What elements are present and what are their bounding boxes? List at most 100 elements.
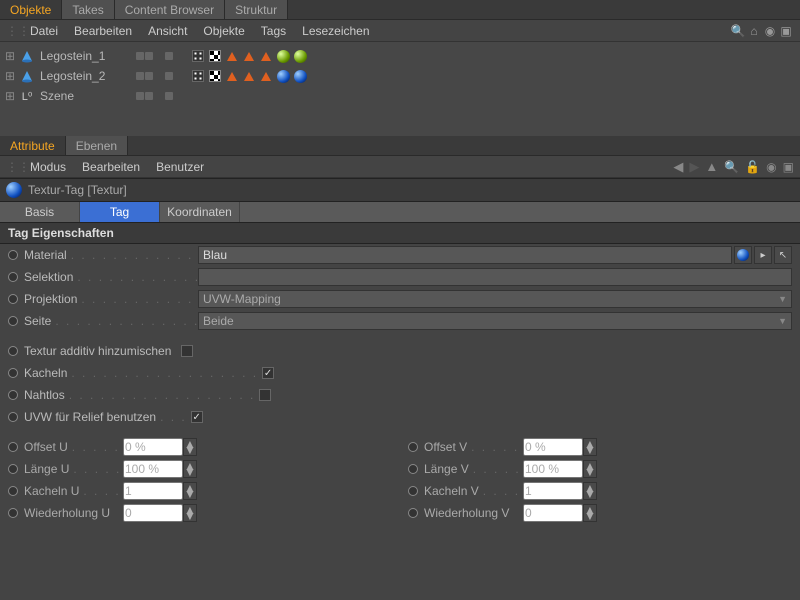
tree-row-szene[interactable]: ⊞ L⁰ Szene [0, 86, 800, 106]
render-toggle[interactable] [165, 92, 173, 100]
object-name[interactable]: Legostein_1 [40, 49, 130, 63]
tab-struktur[interactable]: Struktur [225, 0, 288, 19]
kacheln-u-field[interactable] [123, 482, 183, 500]
checkbox-textur-additiv[interactable] [181, 345, 193, 357]
tree-row-legostein-2[interactable]: ⊞ Legostein_2 [0, 66, 800, 86]
material-menu-icon[interactable]: ▸ [754, 246, 772, 264]
nav-up-icon[interactable]: ▲ [705, 159, 718, 174]
tab-attribute[interactable]: Attribute [0, 136, 66, 155]
visibility-toggle[interactable] [136, 52, 153, 60]
spinner[interactable]: ▲▼ [183, 504, 197, 522]
tag-material-icon[interactable] [276, 69, 290, 83]
spinner[interactable]: ▲▼ [183, 438, 197, 456]
tag-phong-icon[interactable] [225, 49, 239, 63]
render-toggle[interactable] [165, 52, 173, 60]
offset-u-field[interactable] [123, 438, 183, 456]
eye-icon[interactable]: ◉ [762, 24, 778, 38]
tab-objekte[interactable]: Objekte [0, 0, 62, 19]
projektion-select[interactable]: UVW-Mapping▼ [198, 290, 792, 308]
menu-modus[interactable]: Modus [22, 160, 74, 174]
menu-objekte[interactable]: Objekte [195, 24, 252, 38]
home-icon[interactable]: ⌂ [746, 24, 762, 38]
checkbox-nahtlos[interactable] [259, 389, 271, 401]
anim-dot[interactable] [408, 508, 418, 518]
tag-phong-icon[interactable] [242, 49, 256, 63]
tree-row-legostein-1[interactable]: ⊞ Legostein_1 [0, 46, 800, 66]
search-icon[interactable]: 🔍 [730, 24, 746, 38]
spinner[interactable]: ▲▼ [583, 438, 597, 456]
object-name[interactable]: Legostein_2 [40, 69, 130, 83]
anim-dot[interactable] [8, 316, 18, 326]
selektion-field[interactable] [198, 268, 792, 286]
offset-v-field[interactable] [523, 438, 583, 456]
checkbox-kacheln[interactable]: ✓ [262, 367, 274, 379]
new-icon[interactable]: ◉ [766, 160, 776, 174]
visibility-toggle[interactable] [136, 72, 153, 80]
anim-dot[interactable] [8, 368, 18, 378]
menu-datei[interactable]: Datei [22, 24, 66, 38]
tag-material-icon[interactable] [293, 49, 307, 63]
laenge-u-field[interactable] [123, 460, 183, 478]
anim-dot[interactable] [408, 464, 418, 474]
spinner[interactable]: ▲▼ [583, 460, 597, 478]
menu-tags[interactable]: Tags [253, 24, 294, 38]
search-icon[interactable]: 🔍 [724, 160, 739, 174]
anim-dot[interactable] [8, 464, 18, 474]
laenge-v-field[interactable] [523, 460, 583, 478]
material-picker-icon[interactable]: ↖ [774, 246, 792, 264]
menu-lesezeichen[interactable]: Lesezeichen [294, 24, 377, 38]
subtab-tag[interactable]: Tag [80, 202, 160, 222]
tab-ebenen[interactable]: Ebenen [66, 136, 128, 155]
anim-dot[interactable] [8, 412, 18, 422]
anim-dot[interactable] [8, 346, 18, 356]
spinner[interactable]: ▲▼ [583, 482, 597, 500]
kacheln-v-field[interactable] [523, 482, 583, 500]
tag-material-icon[interactable] [293, 69, 307, 83]
spinner[interactable]: ▲▼ [183, 460, 197, 478]
render-toggle[interactable] [165, 72, 173, 80]
tab-content-browser[interactable]: Content Browser [115, 0, 225, 19]
tag-phong-icon[interactable] [242, 69, 256, 83]
grip-icon[interactable]: ⋮⋮ [6, 160, 16, 174]
anim-dot[interactable] [8, 442, 18, 452]
anim-dot[interactable] [8, 390, 18, 400]
menu-bearbeiten[interactable]: Bearbeiten [66, 24, 140, 38]
menu-benutzer[interactable]: Benutzer [148, 160, 212, 174]
tag-material-icon[interactable] [276, 49, 290, 63]
tag-checker-icon[interactable] [208, 69, 222, 83]
nav-forward-icon[interactable]: ▶ [689, 159, 699, 175]
spinner[interactable]: ▲▼ [183, 482, 197, 500]
material-field[interactable] [198, 246, 732, 264]
expander-icon[interactable]: ⊞ [4, 69, 16, 83]
wiederholung-u-field[interactable] [123, 504, 183, 522]
checkbox-uvw-relief[interactable]: ✓ [191, 411, 203, 423]
anim-dot[interactable] [8, 294, 18, 304]
tag-checker-icon[interactable] [208, 49, 222, 63]
grip-icon[interactable]: ⋮⋮ [6, 24, 16, 38]
tag-phong-icon[interactable] [259, 49, 273, 63]
subtab-basis[interactable]: Basis [0, 202, 80, 222]
tag-phong-icon[interactable] [225, 69, 239, 83]
anim-dot[interactable] [8, 508, 18, 518]
expander-icon[interactable]: ⊞ [4, 49, 16, 63]
tag-phong-icon[interactable] [259, 69, 273, 83]
anim-dot[interactable] [408, 486, 418, 496]
seite-select[interactable]: Beide▼ [198, 312, 792, 330]
tag-dots-icon[interactable] [191, 69, 205, 83]
tag-dots-icon[interactable] [191, 49, 205, 63]
tab-takes[interactable]: Takes [62, 0, 114, 19]
expander-icon[interactable]: ⊞ [4, 89, 16, 103]
object-name[interactable]: Szene [40, 89, 130, 103]
maximize-icon[interactable]: ▣ [778, 24, 794, 38]
menu-ansicht[interactable]: Ansicht [140, 24, 195, 38]
material-preview-icon[interactable] [734, 246, 752, 264]
anim-dot[interactable] [8, 486, 18, 496]
anim-dot[interactable] [8, 272, 18, 282]
visibility-toggle[interactable] [136, 92, 153, 100]
anim-dot[interactable] [408, 442, 418, 452]
nav-back-icon[interactable]: ◀ [673, 159, 683, 175]
spinner[interactable]: ▲▼ [583, 504, 597, 522]
menu-bearbeiten-attr[interactable]: Bearbeiten [74, 160, 148, 174]
maximize-icon[interactable]: ▣ [783, 160, 794, 174]
subtab-koordinaten[interactable]: Koordinaten [160, 202, 240, 222]
